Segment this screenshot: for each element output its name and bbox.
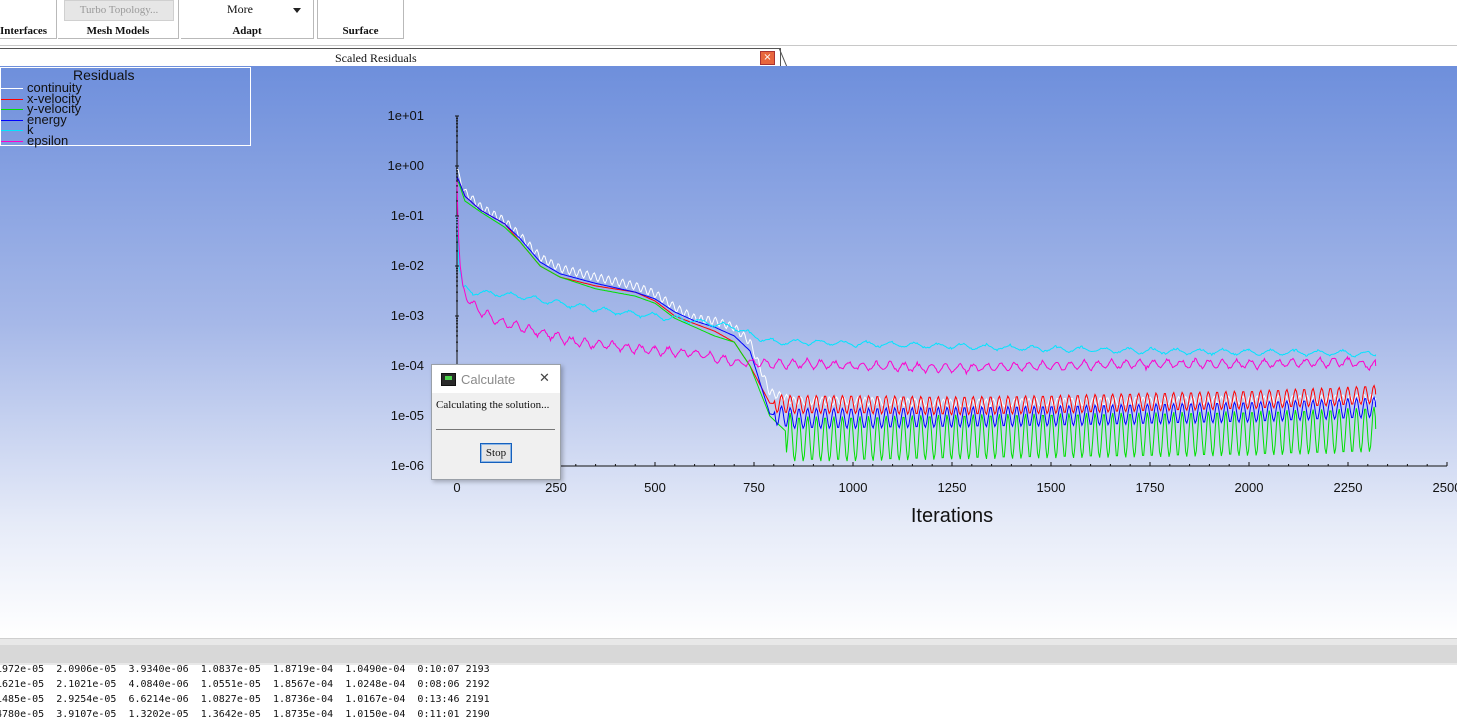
y-tick-label: 1e-01 [391, 208, 424, 223]
y-tick-label: 1e+01 [387, 108, 424, 123]
console-line: 1621e-05 2.1021e-05 4.0840e-06 1.0551e-0… [0, 679, 490, 690]
y-tick-label: 1e-06 [391, 458, 424, 473]
legend-item-k: k [1, 123, 141, 137]
legend-title: Residuals [73, 67, 135, 83]
app-icon [441, 373, 456, 386]
legend-swatch [1, 98, 23, 100]
ribbon-group-interfaces: Interfaces [0, 0, 57, 39]
dialog-separator [436, 429, 555, 430]
legend: Residuals continuity x-velocity y-velocity… [0, 67, 251, 148]
tab-edge [779, 48, 788, 67]
dialog-message: Calculating the solution... [436, 399, 550, 411]
ribbon-group-label: Mesh Models [86, 25, 150, 37]
console-splitter[interactable] [0, 638, 1457, 667]
legend-swatch [1, 140, 23, 142]
more-dropdown-label: More [227, 2, 253, 16]
legend-item-y-velocity: y-velocity [1, 102, 141, 116]
legend-item-energy: energy [1, 113, 141, 127]
x-tick-label: 1250 [938, 480, 967, 495]
x-tick-label: 2250 [1334, 480, 1363, 495]
console-line: 1972e-05 2.0906e-05 3.9340e-06 1.0837e-0… [0, 664, 490, 675]
x-tick-label: 250 [545, 480, 567, 495]
series-line-epsilon [456, 181, 1377, 376]
console-line: 4780e-05 3.9107e-05 1.3202e-05 1.3642e-0… [0, 709, 490, 720]
series-line-k [456, 215, 1377, 358]
close-icon[interactable]: ✕ [539, 371, 550, 386]
y-tick-label: 1e-04 [391, 358, 424, 373]
ribbon: Interfaces Turbo Topology... Mesh Models… [0, 0, 1457, 44]
chevron-down-icon [293, 8, 301, 13]
y-tick-label: 1e-05 [391, 408, 424, 423]
graphics-tab-strip: Scaled Residuals × [0, 45, 1457, 68]
y-tick-label: 1e+00 [387, 158, 424, 173]
x-axis-label: Iterations [911, 505, 993, 527]
legend-label: epsilon [27, 132, 69, 148]
legend-swatch [1, 88, 23, 89]
ribbon-group-surface: Surface [317, 0, 404, 39]
turbo-topology-button[interactable]: Turbo Topology... [64, 0, 174, 21]
ribbon-group-mesh-models: Turbo Topology... Mesh Models [58, 0, 179, 39]
x-tick-label: 2500 [1433, 480, 1457, 495]
legend-item-epsilon: epsilon [1, 132, 141, 148]
ribbon-group-adapt: More Adapt [181, 0, 314, 39]
series-layer [456, 168, 1377, 462]
console-output[interactable]: 1972e-05 2.0906e-05 3.9340e-06 1.0837e-0… [0, 665, 1457, 724]
ribbon-group-label: Adapt [232, 25, 262, 37]
legend-swatch [1, 119, 23, 121]
x-tick-label: 1750 [1136, 480, 1165, 495]
x-tick-label: 0 [453, 480, 460, 495]
y-tick-label: 1e-03 [391, 308, 424, 323]
dialog-titlebar[interactable]: Calculate ✕ [432, 365, 560, 393]
graphics-window[interactable]: 1e+01 1e+00 1e-01 1e-02 1e-03 1e-04 1e-05 1e-06… [0, 66, 1457, 638]
tab-title: Scaled Residuals [335, 51, 417, 65]
x-tick-label: 500 [644, 480, 666, 495]
legend-swatch [1, 130, 23, 131]
y-tick-label: 1e-02 [391, 258, 424, 273]
ribbon-group-label: Interfaces [0, 25, 48, 37]
dialog-title: Calculate [461, 372, 516, 387]
x-tick-label: 750 [743, 480, 765, 495]
calculate-dialog: Calculate ✕ Calculating the solution... … [431, 364, 561, 480]
ribbon-group-label: Surface [342, 25, 379, 37]
x-tick-label: 2000 [1235, 480, 1264, 495]
x-tick-label: 1500 [1037, 480, 1066, 495]
x-tick-label: 1000 [839, 480, 868, 495]
legend-swatch [1, 109, 23, 110]
console-line: 1485e-05 2.9254e-05 6.6214e-06 1.0827e-0… [0, 694, 490, 705]
stop-button[interactable]: Stop [480, 443, 512, 463]
series-line-continuity [456, 168, 1377, 409]
series-line-energy [456, 176, 1377, 430]
more-dropdown-button[interactable]: More [187, 0, 307, 19]
residuals-plot: 1e+01 1e+00 1e-01 1e-02 1e-03 1e-04 1e-05 1e-06… [387, 108, 1457, 527]
tab-scaled-residuals[interactable]: Scaled Residuals × [0, 48, 781, 68]
series-line-x-velocity [456, 176, 1377, 416]
close-icon[interactable]: × [760, 51, 775, 65]
